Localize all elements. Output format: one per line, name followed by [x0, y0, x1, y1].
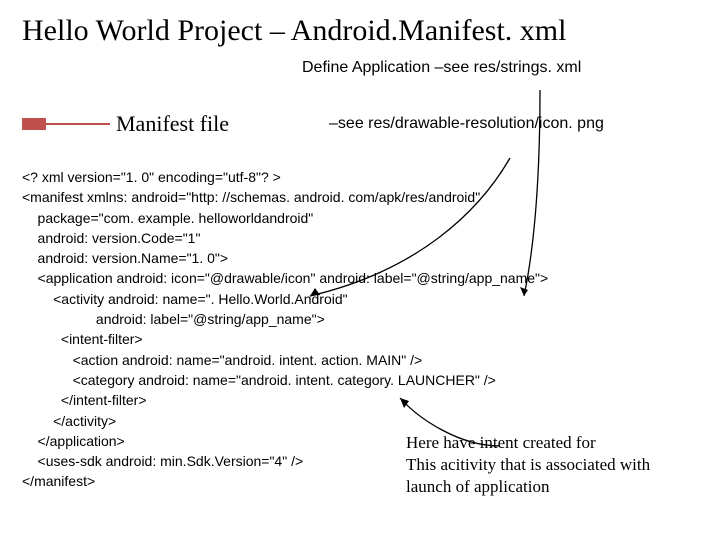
page-title: Hello World Project – Android.Manifest. … [22, 14, 698, 47]
annotation-intent-note: Here have intent created for This acitiv… [406, 432, 686, 498]
annotation-line: launch of application [406, 476, 686, 498]
annotation-line: Here have intent created for [406, 432, 686, 454]
note-see-drawable: –see res/drawable-resolution/icon. png [329, 115, 604, 133]
accent-bar-icon [22, 118, 110, 130]
section-label-manifest-file: Manifest file [116, 111, 229, 137]
subtitle-define-application: Define Application –see res/strings. xml [302, 59, 581, 76]
annotation-line: This acitivity that is associated with [406, 454, 686, 476]
